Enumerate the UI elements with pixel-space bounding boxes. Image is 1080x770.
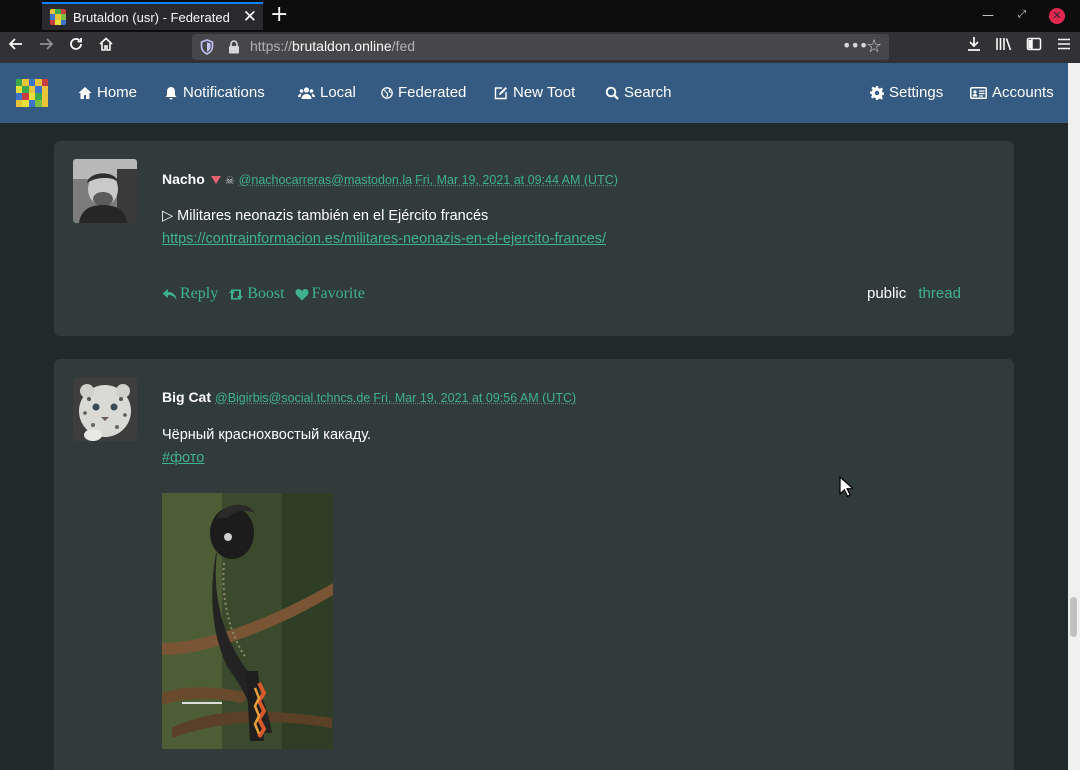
downloads-icon[interactable] <box>963 36 985 58</box>
page-scrollbar[interactable] <box>1068 63 1080 770</box>
back-icon[interactable] <box>5 36 27 58</box>
tab-close-icon[interactable]: ✕ <box>243 7 257 27</box>
id-card-icon <box>970 86 987 99</box>
nav-local-label: Local <box>320 84 356 101</box>
boost-button[interactable]: Boost <box>228 285 285 303</box>
nav-new-toot-label: New Toot <box>513 84 576 101</box>
status-actions: Reply Boost Favorite <box>162 285 375 303</box>
nav-notifications[interactable]: Notifications <box>164 84 265 101</box>
url-scheme: https:// <box>250 38 293 54</box>
home-icon[interactable] <box>95 36 117 58</box>
visibility-label: public <box>867 285 907 302</box>
status-timestamp[interactable]: Fri, Mar 19, 2021 at 09:56 AM (UTC) <box>373 391 576 405</box>
status-card: Nacho ☠ @nachocarreras@mastodon.la Fri, … <box>54 141 1014 336</box>
url-host: brutaldon.online <box>292 38 392 54</box>
favorite-label: Favorite <box>311 285 365 302</box>
nav-accounts-label: Accounts <box>992 84 1054 101</box>
status-text: Чёрный краснохвостый какаду. <box>162 427 372 443</box>
favorite-button[interactable]: Favorite <box>295 285 365 303</box>
author-name[interactable]: Nacho <box>162 171 205 187</box>
nav-federated[interactable]: Federated <box>381 84 466 101</box>
site-navbar: Home Notifications Local Federated New T… <box>0 63 1068 123</box>
edit-icon <box>494 86 507 99</box>
nav-federated-label: Federated <box>398 84 467 101</box>
window-close-icon[interactable]: ✕ <box>1049 8 1065 24</box>
nav-new-toot[interactable]: New Toot <box>494 84 575 101</box>
thread-link[interactable]: thread <box>918 285 961 302</box>
nav-search[interactable]: Search <box>605 84 672 101</box>
nav-accounts[interactable]: Accounts <box>970 84 1054 101</box>
media-attachment[interactable] <box>162 493 333 749</box>
url-path: /fed <box>391 38 416 54</box>
nav-search-label: Search <box>624 84 672 101</box>
url-text[interactable]: https://brutaldon.online/fed <box>250 38 415 54</box>
home-icon <box>78 86 92 99</box>
sidebar-icon[interactable] <box>1023 36 1045 58</box>
nav-notifications-label: Notifications <box>183 84 265 101</box>
globe-icon <box>381 86 393 99</box>
reply-icon <box>162 288 177 300</box>
author-handle[interactable]: @nachocarreras@mastodon.la <box>239 173 412 187</box>
new-tab-icon[interactable]: + <box>270 2 288 28</box>
mouse-cursor-icon <box>839 476 853 498</box>
retweet-icon <box>229 289 244 299</box>
gear-icon <box>870 85 884 100</box>
tracking-shield-icon[interactable] <box>200 39 214 55</box>
avatar[interactable] <box>73 377 137 441</box>
author-handle[interactable]: @Bigirbis@social.tchncs.de <box>215 391 370 405</box>
reply-button[interactable]: Reply <box>162 285 218 303</box>
status-header: Nacho ☠ @nachocarreras@mastodon.la Fri, … <box>162 171 621 187</box>
avatar[interactable] <box>73 159 137 223</box>
nav-home[interactable]: Home <box>78 84 137 101</box>
status-content: Чёрный краснохвостый какаду. #фото <box>162 424 371 470</box>
nav-settings-label: Settings <box>889 84 944 101</box>
author-name[interactable]: Big Cat <box>162 389 211 405</box>
status-link[interactable]: https://contrainformacion.es/militares-n… <box>162 228 606 251</box>
browser-tab-strip: Brutaldon (usr) - Federated ✕ + — ⤢ ✕ <box>0 0 1080 32</box>
status-content: ▷ Militares neonazis también en el Ejérc… <box>162 205 606 251</box>
site-favicon-icon <box>50 9 66 25</box>
library-icon[interactable] <box>993 36 1015 58</box>
nav-settings[interactable]: Settings <box>870 84 943 101</box>
browser-tab-active[interactable]: Brutaldon (usr) - Federated ✕ <box>42 2 263 30</box>
reply-label: Reply <box>180 285 219 302</box>
bell-icon <box>165 86 177 99</box>
status-text: ▷ Militares neonazis también en el Ejérc… <box>162 208 489 224</box>
menu-icon[interactable] <box>1053 36 1075 58</box>
page-viewport: Home Notifications Local Federated New T… <box>0 63 1068 770</box>
status-card: Big Cat @Bigirbis@social.tchncs.de Fri, … <box>54 359 1014 770</box>
nav-local[interactable]: Local <box>298 84 356 101</box>
nav-home-label: Home <box>97 84 138 101</box>
brutaldon-logo[interactable] <box>16 79 48 107</box>
lock-icon[interactable] <box>228 40 240 54</box>
heart-icon <box>295 288 309 300</box>
window-minimize-icon[interactable]: — <box>982 8 994 22</box>
window-restore-icon[interactable]: ⤢ <box>1018 8 1026 22</box>
status-timestamp[interactable]: Fri, Mar 19, 2021 at 09:44 AM (UTC) <box>415 173 618 187</box>
skull-badge-icon: ☠ <box>224 175 235 187</box>
bookmark-star-icon[interactable]: ☆ <box>866 36 882 57</box>
browser-toolbar: https://brutaldon.online/fed ••• ☆ <box>0 32 1080 63</box>
boost-label: Boost <box>247 285 285 302</box>
users-icon <box>298 86 315 99</box>
reload-icon[interactable] <box>65 36 87 58</box>
tab-title: Brutaldon (usr) - Federated <box>73 9 230 25</box>
search-icon <box>605 86 619 100</box>
status-meta: public thread <box>867 285 961 302</box>
url-bar[interactable]: https://brutaldon.online/fed ••• ☆ <box>192 34 889 60</box>
status-header: Big Cat @Bigirbis@social.tchncs.de Fri, … <box>162 389 579 405</box>
hashtag-link[interactable]: #фото <box>162 447 371 470</box>
forward-icon[interactable] <box>35 36 57 58</box>
page-actions-icon[interactable]: ••• <box>842 36 868 55</box>
triangle-badge-icon <box>210 176 221 184</box>
scrollbar-thumb[interactable] <box>1070 597 1077 637</box>
